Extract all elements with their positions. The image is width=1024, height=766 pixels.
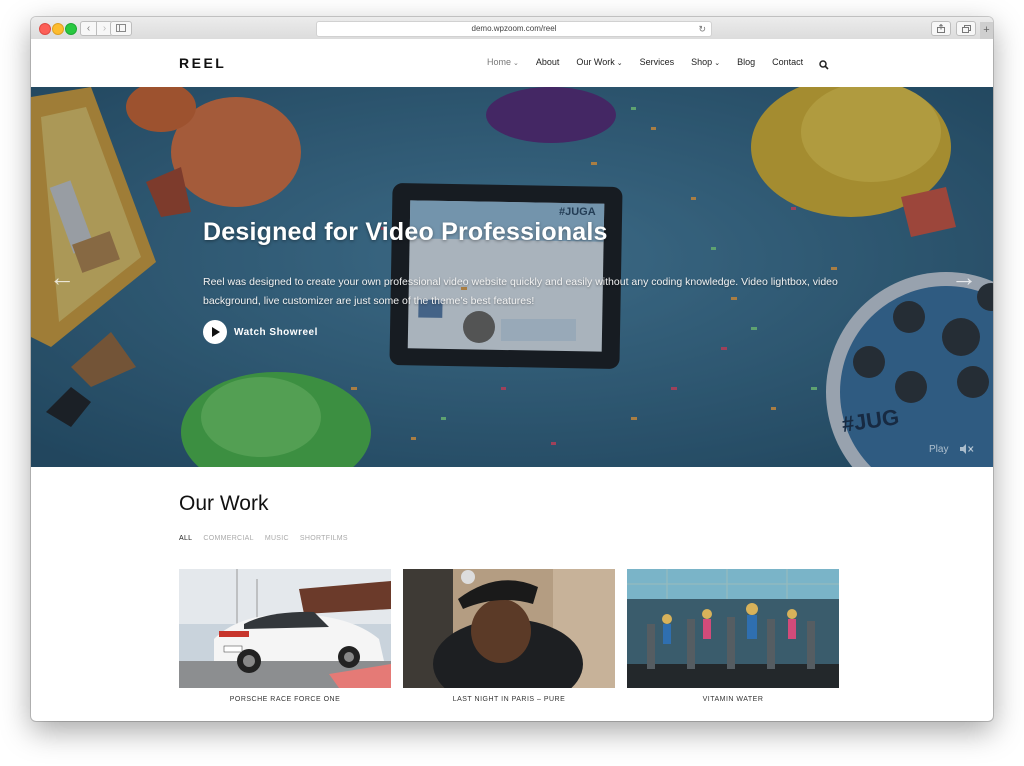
portfolio-item[interactable]: VITAMIN WATER bbox=[627, 569, 839, 703]
nav-item-label: Shop bbox=[691, 57, 713, 67]
watch-showreel-label: Watch Showreel bbox=[234, 326, 318, 338]
reload-icon[interactable]: ↻ bbox=[698, 22, 706, 36]
portfolio-item-title[interactable]: LAST NIGHT IN PARIS – PURE bbox=[403, 696, 615, 703]
portfolio-item-title[interactable]: PORSCHE RACE FORCE ONE bbox=[179, 696, 391, 703]
portfolio-grid: PORSCHE RACE FORCE ONE LAST NIGHT IN PAR… bbox=[179, 569, 851, 703]
tab-overview-button[interactable] bbox=[956, 21, 976, 36]
hero-description: Reel was designed to create your own pro… bbox=[203, 275, 838, 307]
tabs-icon bbox=[961, 24, 971, 33]
address-bar[interactable]: demo.wpzoom.com/reel ↻ bbox=[316, 21, 712, 37]
nav-item-contact[interactable]: Contact bbox=[772, 57, 803, 67]
nav-item-blog[interactable]: Blog bbox=[737, 57, 755, 67]
filter-commercial[interactable]: COMMERCIAL bbox=[203, 535, 253, 542]
portfolio-item[interactable]: PORSCHE RACE FORCE ONE bbox=[179, 569, 391, 703]
sidebar-toggle-button[interactable] bbox=[110, 21, 132, 36]
history-buttons: ‹ › bbox=[80, 21, 113, 36]
nav-item-label: Contact bbox=[772, 57, 804, 67]
portfolio-thumbnail-gym[interactable] bbox=[627, 569, 839, 688]
mute-icon[interactable] bbox=[960, 444, 974, 454]
nav-item-shop[interactable]: Shop ⌄ bbox=[691, 57, 720, 67]
slider-prev-arrow-icon[interactable]: ← bbox=[49, 264, 75, 290]
portfolio-item[interactable]: LAST NIGHT IN PARIS – PURE bbox=[403, 569, 615, 703]
browser-titlebar: ‹ › demo.wpzoom.com/reel ↻ + bbox=[31, 17, 993, 40]
slider-next-arrow-icon[interactable]: → bbox=[951, 264, 977, 290]
nav-item-about[interactable]: About bbox=[536, 57, 560, 67]
browser-window: ‹ › demo.wpzoom.com/reel ↻ + REEL Home ⌄… bbox=[31, 17, 993, 721]
share-button[interactable] bbox=[931, 21, 951, 36]
nav-item-our-work[interactable]: Our Work ⌄ bbox=[576, 57, 622, 67]
new-tab-button[interactable]: + bbox=[980, 22, 993, 39]
nav-item-label: Services bbox=[639, 57, 675, 67]
portfolio-thumbnail-portrait[interactable] bbox=[403, 569, 615, 688]
minimize-window-button[interactable] bbox=[52, 23, 64, 35]
nav-item-label: Blog bbox=[737, 57, 756, 67]
play-icon bbox=[203, 320, 227, 344]
filter-all[interactable]: ALL bbox=[179, 535, 192, 542]
nav-item-services[interactable]: Services bbox=[640, 57, 675, 67]
nav-item-home[interactable]: Home ⌄ bbox=[487, 57, 519, 67]
hero-section: #JUGA #JUG bbox=[31, 87, 993, 467]
share-icon bbox=[937, 24, 945, 33]
portfolio-thumbnail-car[interactable] bbox=[179, 569, 391, 688]
filter-shortfilms[interactable]: SHORTFILMS bbox=[300, 535, 348, 542]
main-nav: Home ⌄ About Our Work ⌄ Services Shop ⌄ Blo… bbox=[487, 57, 829, 70]
chevron-down-icon: ⌄ bbox=[513, 60, 519, 67]
site-header: REEL Home ⌄ About Our Work ⌄ Services Shop… bbox=[31, 39, 993, 87]
close-window-button[interactable] bbox=[39, 23, 51, 35]
nav-item-label: Our Work bbox=[576, 57, 615, 67]
zoom-window-button[interactable] bbox=[65, 23, 77, 35]
chevron-down-icon: ⌄ bbox=[714, 60, 721, 67]
our-work-heading: Our Work bbox=[179, 492, 269, 515]
hero-title: Designed for Video Professionals bbox=[203, 218, 608, 246]
chevron-down-icon: ⌄ bbox=[616, 60, 623, 67]
watch-showreel-button[interactable]: Watch Showreel bbox=[203, 320, 318, 344]
nav-item-label: About bbox=[535, 57, 560, 67]
back-button[interactable]: ‹ bbox=[80, 21, 97, 36]
video-play-toggle[interactable]: Play bbox=[929, 444, 948, 455]
nav-item-label: Home bbox=[487, 57, 512, 67]
sidebar-icon bbox=[116, 24, 126, 32]
portfolio-item-title[interactable]: VITAMIN WATER bbox=[627, 696, 839, 703]
site-logo[interactable]: REEL bbox=[179, 55, 226, 71]
url-text: demo.wpzoom.com/reel bbox=[471, 24, 557, 33]
search-icon[interactable] bbox=[819, 57, 829, 70]
filter-music[interactable]: MUSIC bbox=[265, 535, 289, 542]
portfolio-filters: ALL COMMERCIAL MUSIC SHORTFILMS bbox=[179, 535, 359, 542]
